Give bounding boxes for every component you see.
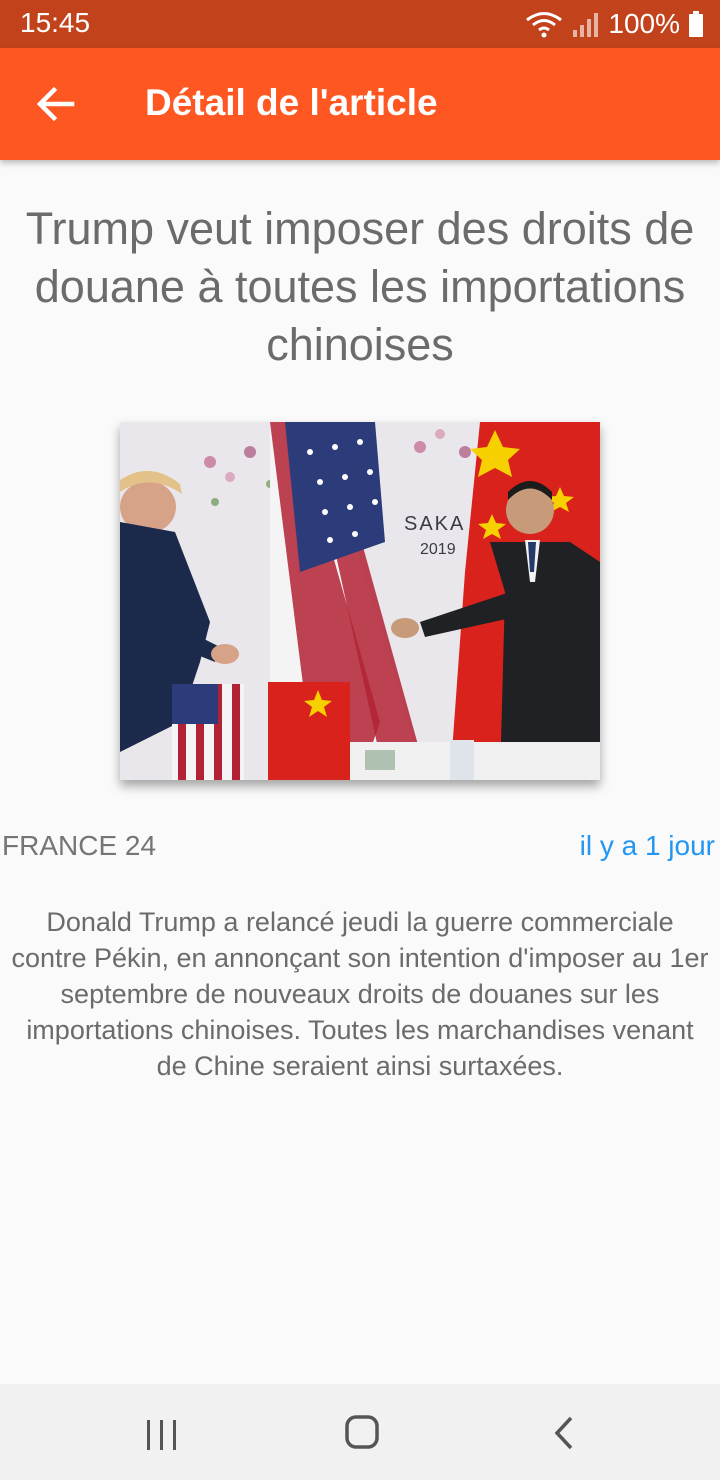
back-button[interactable] <box>30 78 82 130</box>
backdrop-year: 2019 <box>420 541 456 558</box>
article-image[interactable]: SAKA 2019 <box>120 422 600 780</box>
status-bar: 15:45 100% <box>0 0 720 48</box>
arrow-left-icon <box>36 86 75 122</box>
navigation-bar <box>0 1384 720 1480</box>
page-title: Détail de l'article <box>145 82 438 123</box>
article-photo: SAKA 2019 <box>120 422 600 780</box>
article-description: Donald Trump a relancé jeudi la guerre c… <box>11 907 709 1081</box>
back-icon <box>554 1416 573 1450</box>
backdrop-text: SAKA <box>404 513 465 535</box>
article-title: Trump veut imposer des droits de douane … <box>25 203 695 370</box>
home-button[interactable] <box>332 1404 392 1460</box>
battery-icon <box>689 11 703 37</box>
status-icons: 100% <box>524 7 704 41</box>
home-icon <box>345 1415 379 1449</box>
app-bar: Détail de l'article <box>0 48 720 160</box>
recent-apps-button[interactable] <box>131 1404 191 1460</box>
status-time: 15:45 <box>20 7 91 38</box>
system-back-button[interactable] <box>534 1404 594 1460</box>
signal-icon <box>573 13 599 37</box>
wifi-icon <box>526 12 563 38</box>
article-time[interactable]: il y a 1 jour <box>580 830 715 862</box>
battery-percentage: 100% <box>608 8 680 39</box>
recent-apps-icon <box>147 1420 176 1450</box>
article-source: FRANCE 24 <box>2 830 157 861</box>
